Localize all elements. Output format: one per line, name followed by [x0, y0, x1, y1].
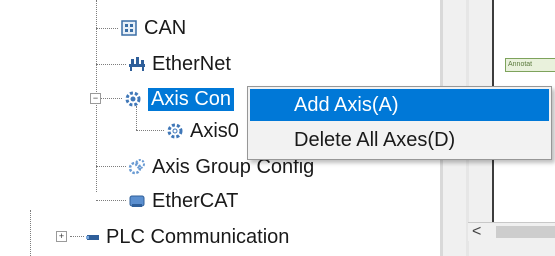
expand-toggle[interactable]: + — [56, 231, 67, 242]
tree-item-label: EtherCAT — [152, 189, 239, 212]
tree-item-ethercat[interactable]: EtherCAT — [128, 186, 238, 216]
axis-group-gear-icon — [128, 158, 146, 176]
axis-config-gear-icon — [124, 90, 142, 108]
tree-item-axis0[interactable]: Axis0 — [166, 116, 239, 146]
annotation-block[interactable]: Annotat — [505, 58, 555, 72]
horizontal-scrollbar[interactable]: < — [468, 222, 555, 241]
tree-connector — [96, 64, 126, 65]
collapse-toggle[interactable]: − — [90, 93, 101, 104]
ethernet-network-icon — [128, 55, 146, 73]
tree-connector — [96, 166, 126, 167]
tree-item-plc-communication[interactable]: PLC Communication — [86, 222, 289, 252]
tree-connector — [136, 130, 164, 131]
menu-item-delete-all-axes[interactable]: Delete All Axes(D) — [250, 124, 549, 156]
tree-connector — [96, 28, 118, 29]
plc-communication-icon — [86, 228, 100, 246]
scroll-left-arrow[interactable]: < — [472, 223, 481, 241]
tree-connector — [30, 210, 31, 256]
tree-item-label: CAN — [144, 16, 187, 39]
scroll-thumb[interactable] — [496, 226, 555, 238]
tree-item-label: EtherNet — [152, 52, 231, 75]
tree-item-axis-config[interactable]: Axis Con — [124, 84, 235, 114]
axis-gear-icon — [166, 122, 184, 140]
tree-item-label-selected: Axis Con — [148, 87, 235, 111]
tree-item-label: PLC Communication — [106, 225, 290, 248]
tree-item-ethernet[interactable]: EtherNet — [128, 49, 231, 79]
context-menu: Add Axis(A) Delete All Axes(D) — [247, 86, 552, 160]
menu-item-add-axis[interactable]: Add Axis(A) — [250, 89, 549, 121]
ethercat-icon — [128, 192, 146, 210]
tree-item-can[interactable]: CAN — [120, 13, 186, 43]
tree-connector — [70, 236, 84, 237]
can-bus-icon — [120, 19, 138, 37]
tree-item-label: Axis0 — [190, 119, 239, 142]
tree-connector — [96, 200, 126, 201]
